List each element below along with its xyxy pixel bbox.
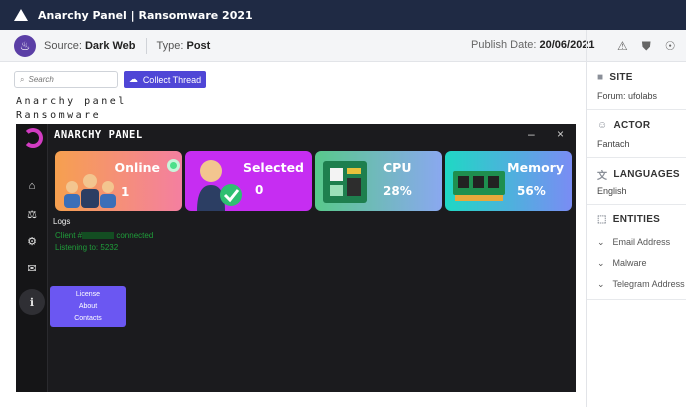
scale-icon: ⚖ xyxy=(27,209,37,221)
header-divider xyxy=(145,37,147,54)
site-heading: ■ SITE xyxy=(597,72,633,83)
type-label: Type: xyxy=(156,39,184,52)
log-line-suffix: connected xyxy=(116,231,154,240)
entity-malware-label: Malware xyxy=(612,258,647,268)
source-value: Dark Web xyxy=(84,39,136,52)
publish-date-label: Publish Date: xyxy=(471,39,537,51)
selected-card: Selected 0 xyxy=(185,151,312,211)
entity-email-label: Email Address xyxy=(612,237,671,247)
languages-title: LANGUAGES xyxy=(613,169,680,180)
scan-icon: ⬚ xyxy=(597,214,607,225)
info-popup-menu: License About Contacts xyxy=(50,286,126,327)
online-status-dot xyxy=(167,159,180,172)
memory-card-value: 56% xyxy=(517,184,546,198)
doc-line-1: Anarchy panel xyxy=(16,96,127,107)
log-line: Listening to: 5232 xyxy=(55,243,119,252)
online-card-title: Online xyxy=(114,160,160,175)
details-sidebar: ■ SITE Forum: ufolabs ☺ ACTOR Fantach 文 … xyxy=(586,62,686,407)
chevron-down-icon: ⌄ xyxy=(597,279,605,289)
cloud-download-icon: ☁ xyxy=(128,74,138,84)
site-value: Forum: ufolabs xyxy=(597,91,658,101)
type-value: Post xyxy=(186,39,211,52)
panel-logo-icon xyxy=(23,128,43,148)
menu-item-license: License xyxy=(75,290,101,298)
languages-section: 文 LANGUAGES English xyxy=(587,158,686,205)
chat-icon: ■ xyxy=(597,72,604,83)
panel-sidebar: ⌂ ⚖ ⚙ ✉ ℹ xyxy=(16,124,48,392)
languages-value: English xyxy=(597,186,627,196)
user-check-icon xyxy=(197,160,242,211)
actor-section: ☺ ACTOR Fantach xyxy=(587,110,686,158)
chevron-down-icon: ⌄ xyxy=(597,258,605,268)
source-field: Source: Dark Web xyxy=(44,40,136,52)
source-label: Source: xyxy=(44,39,82,52)
doc-line-2: Ransomware xyxy=(16,110,102,121)
cpu-card-value: 28% xyxy=(383,184,412,198)
inbox-icon: ✉ xyxy=(27,263,37,275)
search-input[interactable] xyxy=(28,75,109,84)
memory-chip-icon xyxy=(453,171,505,201)
selected-card-value: 0 xyxy=(255,183,264,197)
actor-value: Fantach xyxy=(597,139,630,149)
memory-card: Memory 56% xyxy=(445,151,572,211)
minimize-icon: – xyxy=(528,127,535,141)
site-title: SITE xyxy=(609,72,633,83)
actor-heading: ☺ ACTOR xyxy=(597,120,650,131)
home-icon: ⌂ xyxy=(28,180,36,192)
panel-title: ANARCHY PANEL xyxy=(54,129,143,141)
entities-heading: ⬚ ENTITIES xyxy=(597,214,660,225)
app-logo-icon xyxy=(14,9,28,21)
cpu-card: CPU 28% xyxy=(315,151,442,211)
languages-heading: 文 LANGUAGES xyxy=(597,167,680,182)
selected-card-title: Selected xyxy=(242,160,304,175)
search-icon: ⌕ xyxy=(20,74,25,84)
header-actions: ⚠ ⛊ ☉ xyxy=(586,30,686,62)
close-icon: × xyxy=(557,127,565,141)
window-titlebar: Anarchy Panel | Ransomware 2021 xyxy=(0,0,686,30)
type-field: Type: Post xyxy=(157,40,211,52)
cpu-card-title: CPU xyxy=(383,160,412,175)
online-card: Online 1 xyxy=(55,151,182,211)
post-header: ♨ Source: Dark Web Type: Post Publish Da… xyxy=(0,30,686,62)
chevron-down-icon: ⌄ xyxy=(597,237,605,247)
settings-icon: ⚙ xyxy=(27,236,37,248)
memory-card-title: Memory xyxy=(507,160,564,175)
entity-item[interactable]: ⌄ Telegram Address xyxy=(597,279,685,290)
translate-icon: 文 xyxy=(597,171,608,182)
publish-date: Publish Date: 20/06/2021 xyxy=(471,39,595,51)
user-icon: ☺ xyxy=(597,120,608,131)
log-line: Client # connected xyxy=(55,231,153,240)
collect-thread-label: Collect Thread xyxy=(142,74,202,85)
site-section: ■ SITE Forum: ufolabs xyxy=(587,62,686,110)
redacted-ip xyxy=(82,232,115,240)
log-line-prefix: Client # xyxy=(55,231,83,240)
actor-title: ACTOR xyxy=(613,120,651,131)
panel-screenshot: ⌂ ⚖ ⚙ ✉ ℹ ANARCHY PANEL – × Online 1 Sel… xyxy=(16,124,576,392)
entity-telegram-label: Telegram Address xyxy=(612,279,685,289)
collect-thread-button[interactable]: ☁ Collect Thread xyxy=(124,71,206,88)
menu-item-about: About xyxy=(78,302,98,310)
entity-item[interactable]: ⌄ Malware xyxy=(597,258,647,269)
source-avatar-icon: ♨ xyxy=(14,34,36,57)
bulb-icon[interactable]: ☉ xyxy=(665,39,676,53)
entity-item[interactable]: ⌄ Email Address xyxy=(597,237,670,248)
search-box[interactable]: ⌕ xyxy=(14,71,118,88)
entities-title: ENTITIES xyxy=(612,214,661,225)
warning-icon[interactable]: ⚠ xyxy=(617,39,628,53)
menu-item-contacts: Contacts xyxy=(74,315,102,323)
info-icon: ℹ xyxy=(19,289,45,315)
entities-section: ⬚ ENTITIES ⌄ Email Address ⌄ Malware ⌄ T… xyxy=(587,205,686,300)
online-card-value: 1 xyxy=(121,185,130,199)
window-title: Anarchy Panel | Ransomware 2021 xyxy=(38,8,253,22)
motherboard-icon xyxy=(323,161,367,203)
logs-label: Logs xyxy=(53,217,71,226)
shield-icon[interactable]: ⛊ xyxy=(642,39,651,54)
